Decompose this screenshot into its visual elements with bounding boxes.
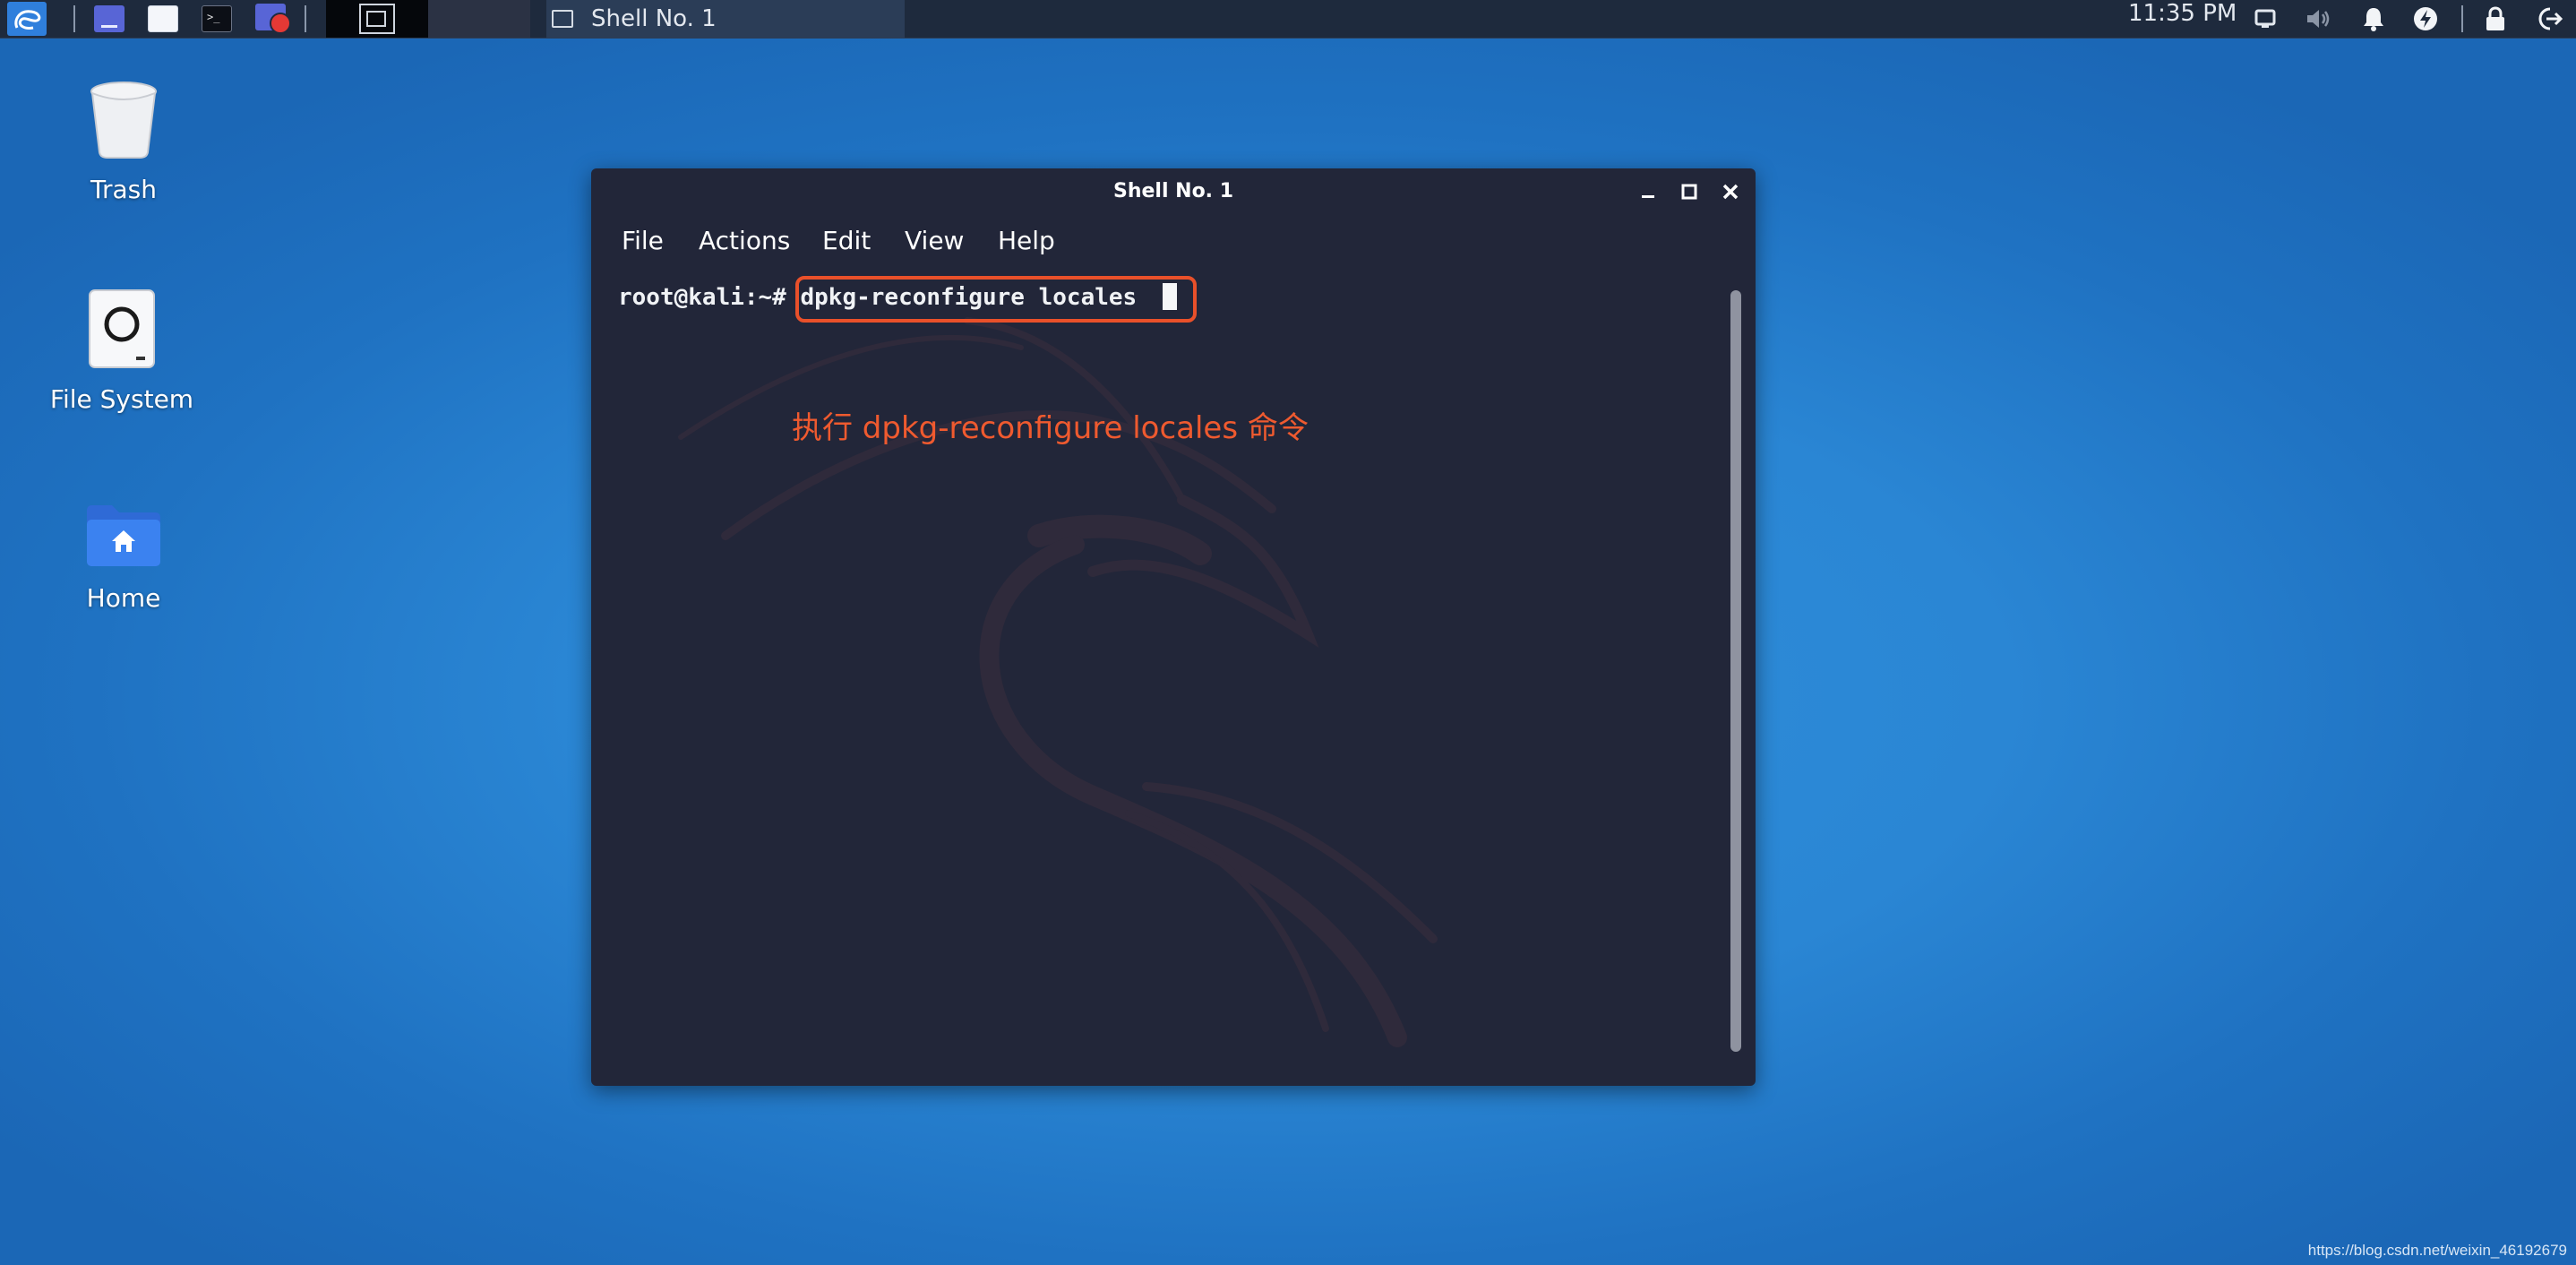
taskbar-window-shell[interactable]: Shell No. 1 xyxy=(546,0,905,38)
maximize-button[interactable] xyxy=(1677,179,1702,204)
kali-logo-icon xyxy=(7,2,47,36)
launcher-recorder[interactable] xyxy=(251,0,296,38)
panel-separator xyxy=(2461,5,2463,32)
power-manager-icon[interactable] xyxy=(2409,0,2442,38)
minimize-icon xyxy=(1642,195,1654,198)
window-title: Shell No. 1 xyxy=(1112,180,1234,202)
terminal-icon: >_ xyxy=(202,5,232,32)
menu-actions[interactable]: Actions xyxy=(699,219,790,263)
workspace-1[interactable] xyxy=(326,0,428,38)
launcher-terminal[interactable]: >_ xyxy=(197,0,236,38)
desktop-icon-label: Home xyxy=(86,583,161,613)
desktop-icon-trash[interactable]: Trash xyxy=(43,77,204,204)
panel-separator xyxy=(73,5,75,32)
launcher-browser[interactable] xyxy=(143,0,183,38)
text-cursor xyxy=(1163,283,1177,310)
trash-icon xyxy=(90,82,157,159)
workspace-2[interactable] xyxy=(428,0,530,38)
desktop-icon-label: File System xyxy=(49,384,194,414)
lock-screen-icon[interactable] xyxy=(2479,0,2512,38)
menu-view[interactable]: View xyxy=(905,219,964,263)
minimize-button[interactable] xyxy=(1636,179,1661,204)
top-panel: >_ Shell No. 1 11:35 PM xyxy=(0,0,2576,39)
notifications-icon[interactable] xyxy=(2357,0,2390,38)
source-watermark: https://blog.csdn.net/weixin_46192679 xyxy=(2307,1242,2567,1259)
command-highlight-box xyxy=(795,276,1197,323)
launcher-files[interactable] xyxy=(90,0,129,38)
hard-drive-icon xyxy=(89,289,155,368)
desktop-icon-file-system[interactable]: File System xyxy=(41,288,202,414)
home-folder-icon xyxy=(87,505,160,566)
panel-separator xyxy=(305,5,306,32)
taskbar-window-title: Shell No. 1 xyxy=(591,5,717,32)
volume-icon[interactable] xyxy=(2302,0,2334,38)
scrollbar-thumb[interactable] xyxy=(1730,290,1741,1052)
terminal-window[interactable]: Shell No. 1 File Actions Edit View Help … xyxy=(591,168,1756,1086)
menu-edit[interactable]: Edit xyxy=(822,219,871,263)
desktop-icon-label: Trash xyxy=(90,175,157,204)
browser-icon xyxy=(148,5,178,32)
kali-menu-button[interactable] xyxy=(4,0,50,38)
shell-prompt: root@kali:~# xyxy=(618,284,786,311)
display-icon[interactable] xyxy=(2250,0,2280,38)
logout-icon[interactable] xyxy=(2529,0,2569,38)
file-manager-icon xyxy=(94,5,125,32)
screen-recorder-icon xyxy=(255,4,291,34)
annotation-text: 执行 dpkg-reconfigure locales 命令 xyxy=(792,410,1309,446)
workspace-window-icon xyxy=(359,4,395,34)
clock[interactable]: 11:35 PM xyxy=(2128,0,2237,38)
menu-file[interactable]: File xyxy=(622,219,664,263)
close-icon xyxy=(1722,184,1739,200)
menu-help[interactable]: Help xyxy=(998,219,1055,263)
terminal-window-icon xyxy=(552,10,573,28)
maximize-icon xyxy=(1681,184,1697,200)
desktop-icon-home[interactable]: Home xyxy=(43,503,204,613)
close-button[interactable] xyxy=(1718,179,1743,204)
menubar: File Actions Edit View Help xyxy=(591,219,1756,263)
